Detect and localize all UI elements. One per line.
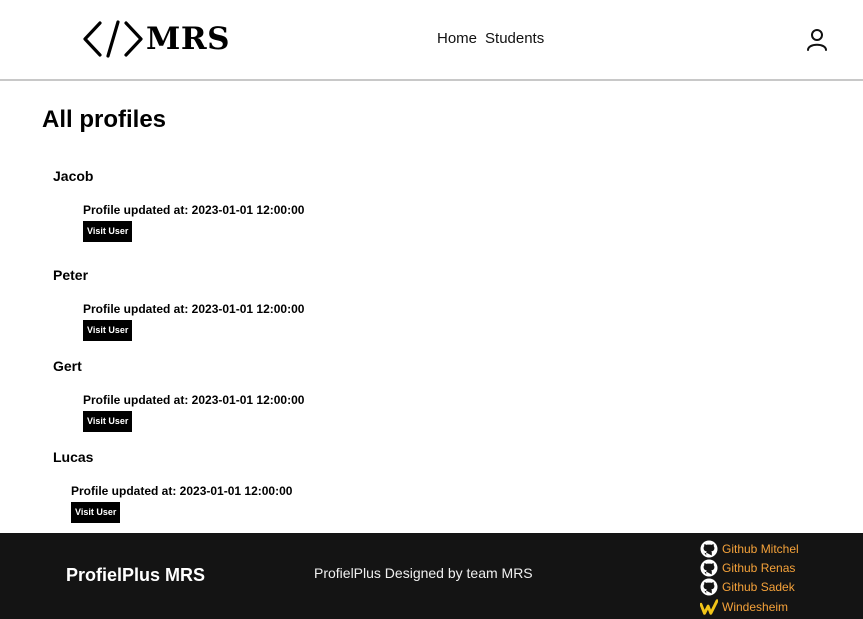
windesheim-icon [700,598,718,615]
github-sadek-link[interactable]: Github Sadek [700,577,799,596]
windesheim-label: Windesheim [722,599,789,614]
profile-name: Gert [53,358,82,374]
windesheim-link[interactable]: Windesheim [700,597,799,616]
profile-name: Lucas [53,449,94,465]
profile-name: Peter [53,267,89,283]
page-title: All profiles [42,106,167,133]
visit-user-button[interactable]: Visit User [83,221,133,242]
profile-updated-at: Profile updated at: 2023-01-01 12:00:00 [83,302,305,316]
github-icon [700,578,718,595]
nav-students-link[interactable]: Students [485,29,544,49]
github-icon [700,540,718,557]
footer-credit: ProfielPlus Designed by team MRS [314,565,533,581]
code-brackets-icon [83,20,143,58]
profile-updated-at: Profile updated at: 2023-01-01 12:00:00 [83,393,305,407]
visit-user-button[interactable]: Visit User [83,320,133,341]
profile-name: Jacob [53,168,94,184]
header: MRS Home Students [0,0,863,81]
github-renas-label: Github Renas [722,560,796,575]
github-mitchel-label: Github Mitchel [722,541,799,556]
visit-user-button[interactable]: Visit User [83,411,133,432]
footer: ProfielPlus MRS ProfielPlus Designed by … [0,533,863,619]
profile-updated-at: Profile updated at: 2023-01-01 12:00:00 [71,484,293,498]
visit-user-button[interactable]: Visit User [71,502,121,523]
footer-brand: ProfielPlus MRS [66,565,206,585]
main-nav: Home Students [437,29,544,49]
user-account-icon[interactable] [806,28,828,52]
logo[interactable]: MRS [82,19,230,59]
github-mitchel-link[interactable]: Github Mitchel [700,539,799,558]
profile-updated-at: Profile updated at: 2023-01-01 12:00:00 [83,203,305,217]
nav-home-link[interactable]: Home [437,29,477,49]
github-sadek-label: Github Sadek [722,579,795,594]
footer-links: Github Mitchel Github Renas Github Sadek… [700,539,799,616]
github-icon [700,559,718,576]
github-renas-link[interactable]: Github Renas [700,558,799,577]
logo-text: MRS [146,21,230,57]
